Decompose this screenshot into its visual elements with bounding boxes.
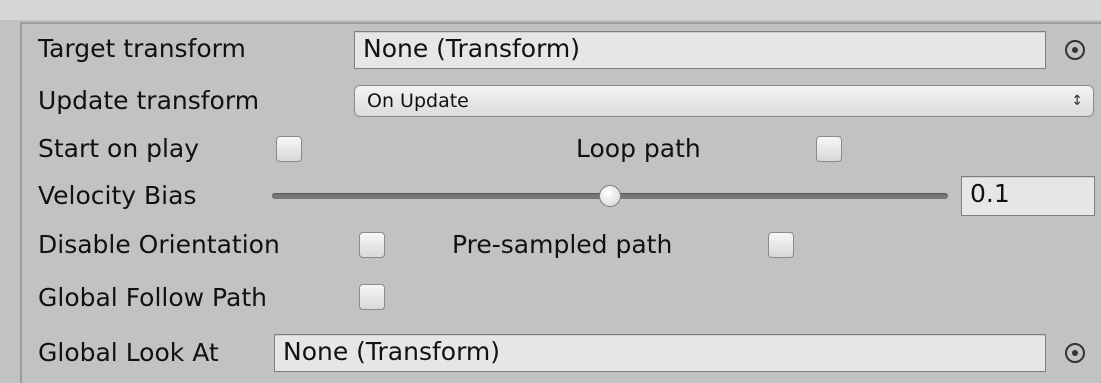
start-on-play-checkbox[interactable] (276, 136, 302, 162)
target-transform-label: Target transform (38, 34, 246, 63)
top-strip (0, 0, 1101, 20)
velocity-bias-label: Velocity Bias (38, 181, 197, 210)
pre-sampled-path-label: Pre-sampled path (452, 230, 673, 259)
disable-orientation-checkbox[interactable] (359, 232, 385, 258)
pre-sampled-path-checkbox[interactable] (768, 232, 794, 258)
global-follow-path-checkbox[interactable] (359, 284, 385, 310)
disable-orientation-label: Disable Orientation (38, 230, 280, 259)
velocity-bias-input[interactable]: 0.1 (961, 176, 1095, 216)
target-transform-field[interactable]: None (Transform) (354, 31, 1046, 69)
object-picker-icon[interactable] (1065, 343, 1085, 363)
start-on-play-label: Start on play (38, 134, 200, 163)
dropdown-arrows-icon: ↕ (1071, 93, 1083, 109)
loop-path-label: Loop path (576, 134, 701, 163)
global-follow-path-label: Global Follow Path (38, 283, 267, 312)
update-transform-value: On Update (367, 90, 469, 112)
update-transform-label: Update transform (38, 86, 260, 115)
loop-path-checkbox[interactable] (816, 136, 842, 162)
velocity-bias-slider-thumb[interactable] (599, 185, 621, 207)
update-transform-dropdown[interactable]: On Update ↕ (354, 85, 1094, 117)
global-look-at-label: Global Look At (38, 338, 219, 367)
global-look-at-field[interactable]: None (Transform) (274, 334, 1046, 372)
object-picker-icon[interactable] (1065, 40, 1085, 60)
